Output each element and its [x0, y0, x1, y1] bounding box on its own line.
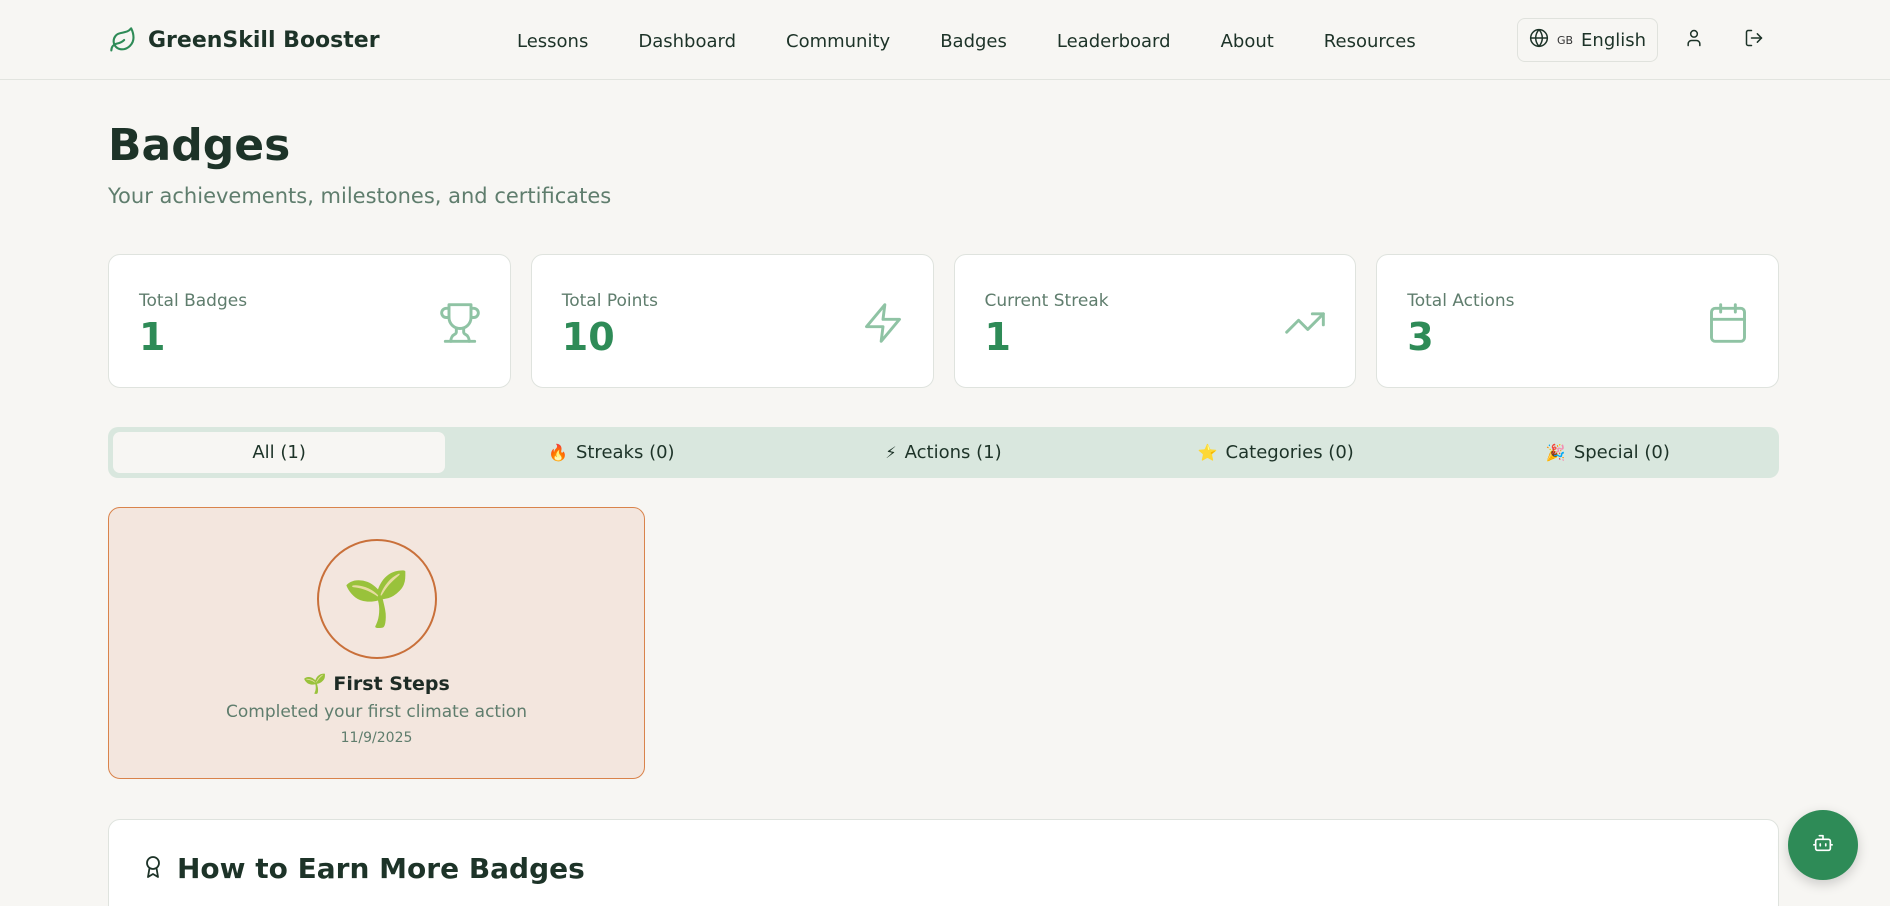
calendar-icon — [1706, 301, 1750, 345]
stat-card-current-streak: Current Streak 1 — [953, 254, 1357, 388]
tab-label: Actions (1) — [904, 442, 1002, 463]
tab-actions[interactable]: ⚡ Actions (1) — [777, 432, 1109, 473]
language-selector[interactable]: GB English — [1517, 18, 1658, 62]
language-label: English — [1581, 29, 1647, 51]
stat-label: Total Actions — [1407, 291, 1515, 311]
page-title: Badges — [108, 120, 291, 171]
tab-label: All (1) — [252, 442, 306, 463]
user-icon — [1684, 28, 1704, 52]
nav-community[interactable]: Community — [786, 31, 890, 52]
language-flag: GB — [1556, 33, 1574, 47]
page-subtitle: Your achievements, milestones, and certi… — [108, 184, 612, 208]
profile-button[interactable] — [1678, 24, 1710, 56]
tab-special[interactable]: 🎉 Special (0) — [1442, 432, 1774, 473]
leaf-icon — [108, 25, 138, 55]
award-icon — [141, 853, 165, 885]
lightning-icon: ⚡ — [885, 443, 897, 462]
stat-value: 1 — [139, 315, 166, 359]
stat-card-total-points: Total Points 10 — [530, 254, 934, 388]
stats-row: Total Badges 1 Total Points 10 Current S… — [108, 254, 1779, 388]
nav-leaderboard[interactable]: Leaderboard — [1057, 31, 1171, 52]
top-header: GreenSkill Booster Lessons Dashboard Com… — [0, 0, 1890, 80]
tab-label: Streaks (0) — [575, 442, 675, 463]
trophy-icon — [438, 301, 482, 345]
earn-section-title: How to Earn More Badges — [177, 852, 585, 885]
tab-streaks[interactable]: 🔥 Streaks (0) — [445, 432, 777, 473]
tab-all[interactable]: All (1) — [113, 432, 446, 473]
logout-icon — [1744, 28, 1764, 52]
badge-date: 11/9/2025 — [340, 730, 413, 746]
lightning-icon — [861, 301, 905, 345]
star-icon: ⭐ — [1197, 443, 1218, 462]
tab-categories[interactable]: ⭐ Categories (0) — [1110, 432, 1442, 473]
badge-description: Completed your first climate action — [225, 702, 527, 722]
globe-icon — [1529, 28, 1549, 53]
stat-label: Total Badges — [139, 291, 248, 311]
badge-title: 🌱 First Steps — [303, 673, 450, 695]
stat-label: Current Streak — [984, 291, 1109, 311]
stat-card-total-badges: Total Badges 1 — [108, 254, 511, 388]
earn-section-header: How to Earn More Badges — [141, 852, 585, 885]
stat-label: Total Points — [561, 291, 658, 311]
stat-value: 1 — [984, 315, 1011, 359]
main-nav: Lessons Dashboard Community Badges Leade… — [517, 24, 1416, 58]
chatbot-button[interactable] — [1788, 810, 1858, 880]
nav-about[interactable]: About — [1221, 31, 1274, 52]
earn-more-badges-section: How to Earn More Badges — [108, 819, 1779, 906]
badge-category-tabs: All (1) 🔥 Streaks (0) ⚡ Actions (1) ⭐ Ca… — [108, 427, 1779, 478]
nav-dashboard[interactable]: Dashboard — [638, 31, 736, 52]
tab-label: Categories (0) — [1225, 442, 1354, 463]
nav-lessons[interactable]: Lessons — [517, 31, 588, 52]
fire-icon: 🔥 — [548, 443, 568, 462]
nav-badges[interactable]: Badges — [940, 31, 1007, 52]
stat-value: 10 — [561, 315, 615, 359]
trending-up-icon — [1283, 301, 1327, 345]
stat-card-total-actions: Total Actions 3 — [1376, 254, 1779, 388]
tab-label: Special (0) — [1573, 442, 1670, 463]
party-popper-icon: 🎉 — [1545, 443, 1566, 462]
stat-value: 3 — [1407, 315, 1434, 359]
brand-name: GreenSkill Booster — [148, 27, 380, 53]
seedling-icon: 🌱 — [317, 539, 437, 659]
badge-card-first-steps[interactable]: 🌱 🌱 First Steps Completed your first cli… — [108, 507, 645, 779]
bot-icon — [1812, 832, 1834, 858]
logout-button[interactable] — [1738, 24, 1770, 56]
nav-resources[interactable]: Resources — [1324, 31, 1416, 52]
brand-logo-link[interactable]: GreenSkill Booster — [108, 22, 380, 58]
